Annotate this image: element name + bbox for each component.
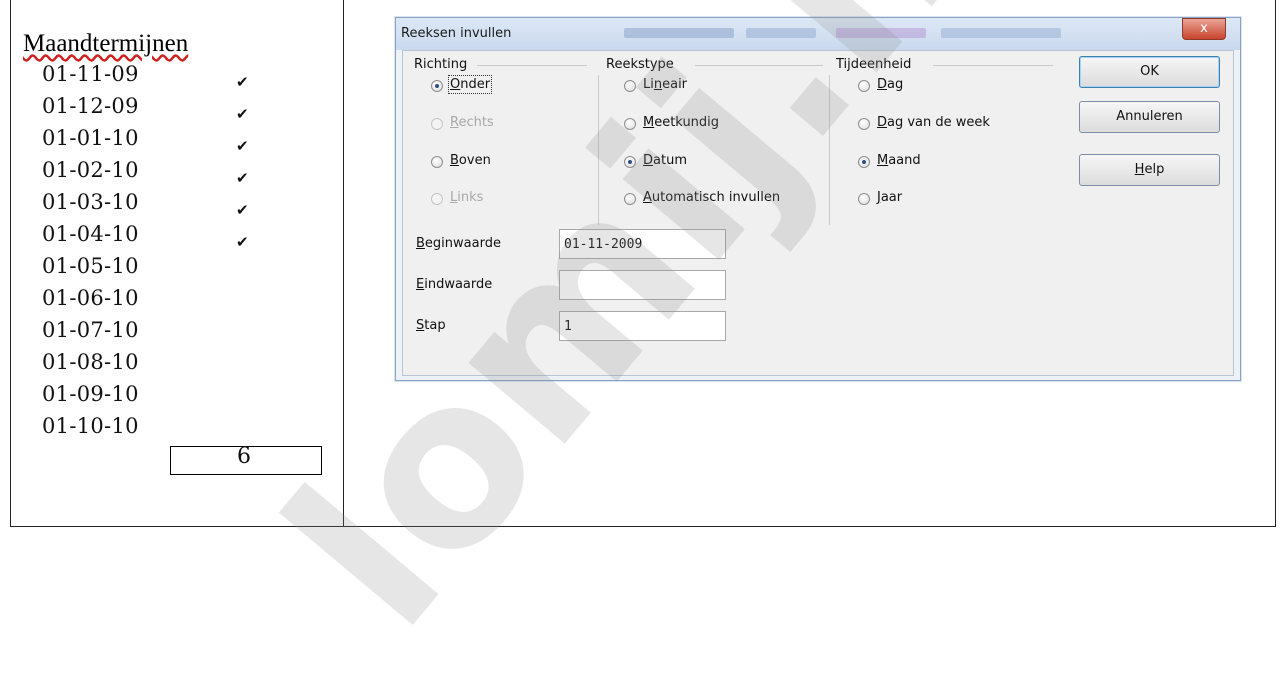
option-lineair[interactable]: Lineair xyxy=(643,77,687,92)
help-button[interactable]: Help xyxy=(1079,154,1220,186)
close-button[interactable]: x xyxy=(1182,18,1226,40)
option-boven[interactable]: Boven xyxy=(450,153,491,168)
date-item: 01-03-10 xyxy=(42,190,139,214)
column-divider xyxy=(343,0,344,527)
stap-input[interactable]: 1 xyxy=(559,311,726,341)
dialog-client-area: Richting Reekstype Tijdeenheid Onder Rec… xyxy=(402,50,1234,376)
date-item: 01-08-10 xyxy=(42,350,139,374)
column-title: Maandtermijnen xyxy=(23,30,189,57)
fill-series-dialog: Reeksen invullen x Richting Reekstype Ti… xyxy=(395,17,1241,381)
radio-dag-van-de-week[interactable] xyxy=(858,118,870,130)
eindwaarde-input[interactable] xyxy=(559,270,726,300)
group-separator xyxy=(829,75,830,225)
date-item: 01-06-10 xyxy=(42,286,139,310)
titlebar-decoration xyxy=(746,28,816,38)
date-item: 01-01-10 xyxy=(42,126,139,150)
titlebar-decoration xyxy=(836,28,926,38)
date-item: 01-07-10 xyxy=(42,318,139,342)
radio-datum[interactable] xyxy=(624,156,636,168)
date-item: 01-05-10 xyxy=(42,254,139,278)
option-meetkundig[interactable]: Meetkundig xyxy=(643,115,719,130)
titlebar-decoration xyxy=(624,28,734,38)
checkmark-icon: ✔ xyxy=(236,137,249,155)
radio-onder[interactable] xyxy=(431,80,443,92)
group-label-reekstype: Reekstype xyxy=(606,57,678,72)
label-eindwaarde: Eindwaarde xyxy=(416,277,493,292)
option-rechts[interactable]: Rechts xyxy=(450,115,494,130)
checkmark-icon: ✔ xyxy=(236,73,249,91)
checkmark-icon: ✔ xyxy=(236,233,249,251)
option-dag[interactable]: Dag xyxy=(877,77,903,92)
radio-boven[interactable] xyxy=(431,156,443,168)
radio-links[interactable] xyxy=(431,193,443,205)
radio-maand[interactable] xyxy=(858,156,870,168)
label-stap: Stap xyxy=(416,318,446,333)
option-automatisch-invullen[interactable]: Automatisch invullen xyxy=(643,190,780,205)
checkmark-icon: ✔ xyxy=(236,201,249,219)
label-beginwaarde: Beginwaarde xyxy=(416,236,501,251)
option-jaar[interactable]: Jaar xyxy=(877,190,902,205)
cancel-button[interactable]: Annuleren xyxy=(1079,101,1220,133)
date-item: 01-12-09 xyxy=(42,94,139,118)
radio-automatisch-invullen[interactable] xyxy=(624,193,636,205)
titlebar-decoration xyxy=(941,28,1061,38)
radio-lineair[interactable] xyxy=(624,80,636,92)
radio-dag[interactable] xyxy=(858,80,870,92)
group-label-richting: Richting xyxy=(414,57,472,72)
option-datum[interactable]: Datum xyxy=(643,153,687,168)
option-dag-van-de-week[interactable]: Dag van de week xyxy=(877,115,990,130)
option-links[interactable]: Links xyxy=(450,190,483,205)
date-item: 01-11-09 xyxy=(42,62,139,86)
date-item: 01-09-10 xyxy=(42,382,139,406)
radio-jaar[interactable] xyxy=(858,193,870,205)
beginwaarde-input[interactable]: 01-11-2009 xyxy=(559,229,726,259)
radio-rechts[interactable] xyxy=(431,118,443,130)
date-item: 01-04-10 xyxy=(42,222,139,246)
option-maand[interactable]: Maand xyxy=(877,153,921,168)
group-divider xyxy=(933,65,1053,66)
checkmark-icon: ✔ xyxy=(236,105,249,123)
date-item: 01-02-10 xyxy=(42,158,139,182)
group-divider xyxy=(695,65,823,66)
dialog-title: Reeksen invullen xyxy=(401,26,512,41)
checkmark-icon: ✔ xyxy=(236,169,249,187)
check-count: 6 xyxy=(237,444,251,469)
option-onder[interactable]: Onder xyxy=(447,75,493,94)
group-divider xyxy=(477,65,587,66)
ok-button[interactable]: OK xyxy=(1079,56,1220,88)
group-separator xyxy=(598,75,599,225)
dialog-titlebar[interactable]: Reeksen invullen x xyxy=(396,18,1240,50)
radio-meetkundig[interactable] xyxy=(624,118,636,130)
date-item: 01-10-10 xyxy=(42,414,139,438)
group-label-tijdeenheid: Tijdeenheid xyxy=(836,57,916,72)
